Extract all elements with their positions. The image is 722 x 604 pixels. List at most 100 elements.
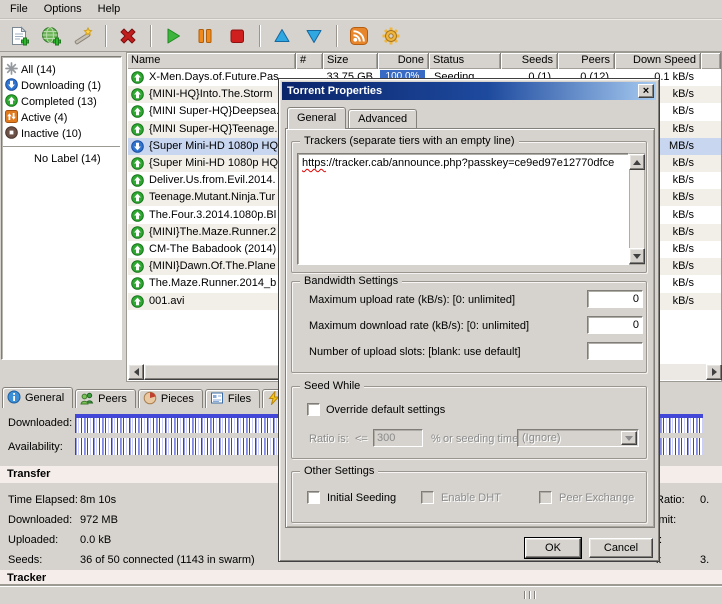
column-header-status[interactable]: Status <box>429 53 501 69</box>
transfer-section-title: Transfer <box>7 468 51 480</box>
dialog-tabs: General Advanced <box>287 107 419 129</box>
transfer-stat-label: Uploaded: <box>8 534 59 546</box>
column-header-peers[interactable]: Peers <box>558 53 615 69</box>
cancel-button[interactable]: Cancel <box>589 538 653 558</box>
tab-peers[interactable]: Peers <box>75 389 136 408</box>
transfer-stat-value: 972 MB <box>80 514 118 526</box>
lte-label: <= <box>355 433 368 445</box>
play-icon <box>167 28 180 43</box>
override-default-checkbox[interactable] <box>307 403 320 416</box>
list-header: Name # Size Done Status Seeds Peers Down Speed <box>127 53 721 69</box>
dropdown-button[interactable] <box>621 431 637 445</box>
torrent-name: CM-The Babadook (2014) <box>149 243 277 255</box>
column-header-name[interactable]: Name <box>127 53 296 69</box>
column-header-filler <box>701 53 721 69</box>
torrent-name: {MINI}Dawn.Of.The.Plane <box>149 260 276 272</box>
move-up-button[interactable] <box>269 23 295 49</box>
left-arrow-icon <box>130 368 139 376</box>
preferences-button[interactable] <box>378 23 404 49</box>
max-download-label: Maximum download rate (kB/s): [0: unlimi… <box>309 320 530 332</box>
create-torrent-button[interactable] <box>70 23 96 49</box>
move-down-button[interactable] <box>301 23 327 49</box>
seeding-status-icon <box>131 243 144 256</box>
sidebar-item-label: Completed (13) <box>21 96 97 108</box>
sidebar-item-all[interactable]: All (14) <box>2 62 121 78</box>
max-download-input[interactable]: 0 <box>587 316 643 334</box>
rss-downloader-button[interactable] <box>346 23 372 49</box>
chevron-down-icon <box>625 435 633 445</box>
menu-file[interactable]: File <box>2 1 36 18</box>
up-arrow-icon <box>274 28 290 42</box>
toolbar <box>0 19 722 52</box>
stop-button[interactable] <box>224 23 250 49</box>
right-stat-label-fragment: Ratio: <box>656 494 685 506</box>
peer-exchange-label: Peer Exchange <box>559 492 635 504</box>
up-arrow-icon <box>633 156 641 165</box>
dialog-titlebar[interactable]: Torrent Properties <box>282 82 656 100</box>
category-sidebar: All (14) Downloading (1) Completed (13) Act… <box>1 56 122 360</box>
files-icon <box>210 391 224 408</box>
menu-options[interactable]: Options <box>36 1 90 18</box>
sidebar-item-downloading[interactable]: Downloading (1) <box>2 78 121 94</box>
downloading-icon <box>5 78 18 94</box>
trackers-scrollbar[interactable] <box>629 153 645 265</box>
down-arrow-icon <box>633 253 641 263</box>
seed-while-group-label: Seed While <box>300 380 365 392</box>
initial-seeding-checkbox[interactable] <box>307 491 320 504</box>
upload-slots-input[interactable] <box>587 342 643 360</box>
torrent-name: 001.avi <box>149 295 185 307</box>
sidebar-item-completed[interactable]: Completed (13) <box>2 94 121 110</box>
ok-button[interactable]: OK <box>524 537 582 559</box>
tab-pieces[interactable]: Pieces <box>137 389 203 408</box>
dialog-title: Torrent Properties <box>287 85 383 97</box>
column-header-#[interactable]: # <box>296 53 323 69</box>
tab-general[interactable]: General <box>287 107 347 129</box>
add-torrent-button[interactable] <box>6 23 32 49</box>
peer-exchange-checkbox[interactable] <box>539 491 552 504</box>
right-stat-value-fragment: 3. <box>700 554 710 566</box>
tab-files[interactable]: Files <box>204 389 261 408</box>
stop-icon <box>230 29 244 43</box>
add-from-url-button[interactable] <box>38 23 64 49</box>
ratio-input[interactable]: 300 <box>373 429 423 447</box>
remove-torrent-button[interactable] <box>115 23 141 49</box>
trackers-group-label: Trackers (separate tiers with an empty l… <box>300 135 519 147</box>
column-header-seeds[interactable]: Seeds <box>501 53 558 69</box>
column-header-size[interactable]: Size <box>323 53 378 69</box>
tab-label: Advanced <box>358 113 408 125</box>
seeding-time-dropdown[interactable]: (Ignore) <box>517 429 639 447</box>
tracker-section-strip <box>0 570 722 587</box>
tracker-url-prefix: https <box>302 157 326 169</box>
sidebar-item-no-label[interactable]: No Label (14) <box>2 151 121 167</box>
tab-advanced[interactable]: Advanced <box>348 109 418 128</box>
scroll-right-button[interactable] <box>706 364 722 380</box>
other-settings-group-label: Other Settings <box>300 465 379 477</box>
torrent-name: {MINI}The.Maze.Runner.2 <box>149 226 277 238</box>
category-list: All (14) Downloading (1) Completed (13) Act… <box>2 62 121 142</box>
enable-dht-checkbox[interactable] <box>421 491 434 504</box>
ratio-is-label: Ratio is: <box>309 433 349 445</box>
bottom-scrollbar[interactable] <box>0 586 722 602</box>
column-header-done[interactable]: Done <box>378 53 429 69</box>
sidebar-item-inactive[interactable]: Inactive (10) <box>2 126 121 142</box>
bandwidth-group-label: Bandwidth Settings <box>300 275 403 287</box>
sidebar-item-active[interactable]: Active (4) <box>2 110 121 126</box>
scroll-down-button[interactable] <box>629 248 645 264</box>
availability-bar-label: Availability: <box>8 441 63 453</box>
scroll-left-button[interactable] <box>128 364 144 380</box>
dialog-close-button[interactable]: × <box>638 84 654 98</box>
torrent-name: {MINI-HQ}Into.The.Storm <box>149 88 273 100</box>
trackers-textarea[interactable]: https://tracker.cab/announce.php?passkey… <box>297 153 629 265</box>
peers-icon <box>80 391 94 408</box>
pause-button[interactable] <box>192 23 218 49</box>
info-icon <box>7 390 21 407</box>
scroll-up-button[interactable] <box>629 154 645 170</box>
column-header-down-speed[interactable]: Down Speed <box>615 53 701 69</box>
cancel-label: Cancel <box>603 542 639 554</box>
start-button[interactable] <box>160 23 186 49</box>
tab-general[interactable]: General <box>2 387 74 408</box>
max-upload-input[interactable]: 0 <box>587 290 643 308</box>
menu-help[interactable]: Help <box>90 1 129 18</box>
remove-icon <box>120 28 136 43</box>
all-icon <box>5 62 18 78</box>
